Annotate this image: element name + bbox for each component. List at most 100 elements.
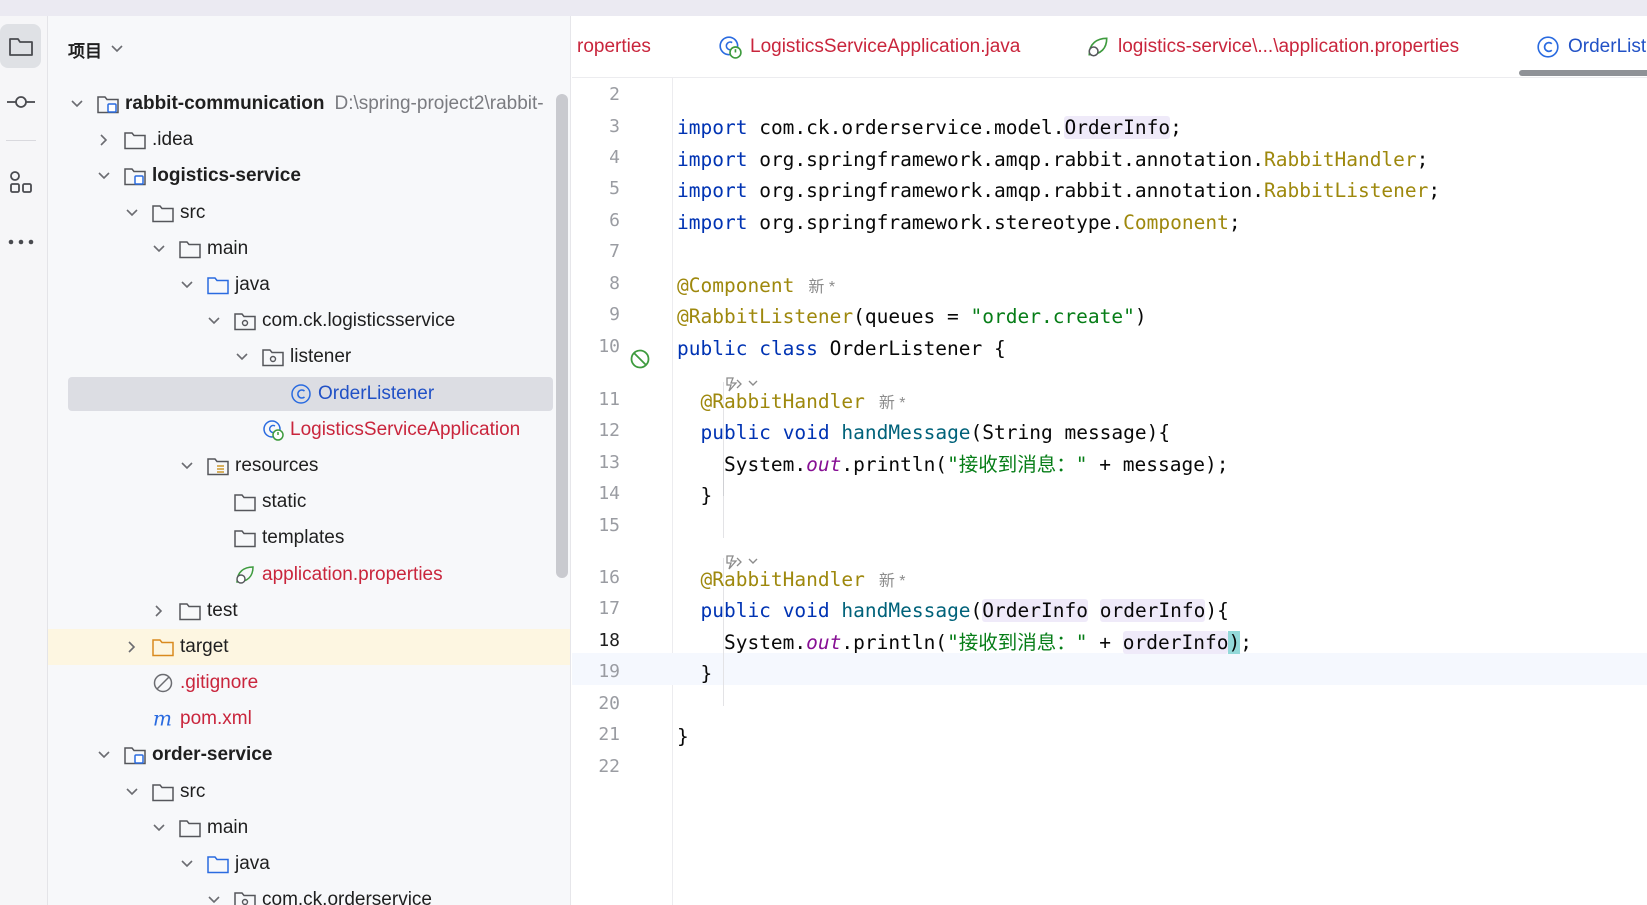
editor-tabs: roperties LogisticsServiceApplication.ja… bbox=[572, 16, 1647, 78]
code-token: ) bbox=[1134, 305, 1147, 328]
chevron-down-icon[interactable] bbox=[234, 349, 250, 365]
static-field: out bbox=[806, 453, 842, 476]
tree-item-pom-xml[interactable]: m pom.xml bbox=[48, 701, 570, 737]
tree-item-src-order[interactable]: src bbox=[48, 774, 570, 810]
maven-icon: m bbox=[152, 708, 174, 730]
tab-label: LogisticsServiceApplication.java bbox=[750, 36, 1021, 57]
chevron-down-icon[interactable] bbox=[151, 241, 167, 257]
chevron-down-icon[interactable] bbox=[206, 313, 222, 329]
code-token: ; bbox=[1416, 148, 1429, 171]
tree-item-static[interactable]: static bbox=[48, 484, 570, 520]
inlay-hint[interactable]: 新 * bbox=[808, 279, 835, 296]
code-line-4[interactable]: import org.springframework.amqp.rabbit.a… bbox=[677, 147, 1428, 173]
tab-properties-partial[interactable]: roperties bbox=[577, 16, 651, 77]
tree-item-target[interactable]: target bbox=[48, 628, 570, 665]
chevron-right-icon[interactable] bbox=[124, 639, 140, 655]
tree-item-templates[interactable]: templates bbox=[48, 520, 570, 556]
project-title: 项目 bbox=[68, 41, 102, 61]
code-line-16[interactable]: @RabbitHandler 新 * bbox=[677, 567, 906, 595]
code-line-12[interactable]: public void handMessage(String message){ bbox=[677, 420, 1170, 446]
code-line-11[interactable]: @RabbitHandler 新 * bbox=[677, 389, 906, 417]
tree-item-label: logistics-service bbox=[152, 165, 301, 187]
chevron-down-icon[interactable] bbox=[69, 96, 85, 112]
commit-tool-button[interactable] bbox=[0, 80, 41, 124]
chevron-down-icon[interactable] bbox=[151, 820, 167, 836]
chevron-down-icon[interactable] bbox=[124, 205, 140, 221]
more-tools-button[interactable] bbox=[0, 220, 41, 264]
chevron-down-icon[interactable] bbox=[124, 784, 140, 800]
tree-item-java[interactable]: java bbox=[48, 267, 570, 303]
tree-item-orderlistener[interactable]: OrderListener bbox=[48, 376, 570, 412]
code-line-8[interactable]: @Component 新 * bbox=[677, 273, 835, 301]
tree-item-label: java bbox=[235, 274, 270, 296]
activity-bar bbox=[0, 16, 48, 905]
code-line-14[interactable]: } bbox=[677, 483, 712, 509]
code-token: OrderInfo bbox=[982, 599, 1088, 622]
tree-item-package-orderservice[interactable]: com.ck.orderservice bbox=[48, 882, 570, 905]
code-line-17[interactable]: public void handMessage(OrderInfo orderI… bbox=[677, 598, 1229, 624]
chevron-down-icon[interactable] bbox=[179, 458, 195, 474]
tab-application-properties[interactable]: logistics-service\...\application.proper… bbox=[1086, 16, 1459, 77]
code-token: ; bbox=[1240, 631, 1252, 654]
tree-item-main-order[interactable]: main bbox=[48, 810, 570, 846]
code-line-3[interactable]: import com.ck.orderservice.model.OrderIn… bbox=[677, 115, 1182, 141]
tab-orderlistener[interactable]: OrderList bbox=[1536, 16, 1646, 77]
code-line-19[interactable]: } bbox=[677, 661, 712, 687]
code-line-5[interactable]: import org.springframework.amqp.rabbit.a… bbox=[677, 178, 1440, 204]
tree-item-package-logisticsservice[interactable]: com.ck.logisticsservice bbox=[48, 303, 570, 339]
tree-item-java-order[interactable]: java bbox=[48, 846, 570, 882]
tree-item-listener[interactable]: listener bbox=[48, 339, 570, 375]
chevron-down-icon[interactable] bbox=[96, 168, 112, 184]
tree-item-rabbit-communication[interactable]: rabbit-communication D:\spring-project2\… bbox=[48, 86, 570, 122]
tree-item-gitignore[interactable]: .gitignore bbox=[48, 665, 570, 701]
tree-item-logisticsserviceapplication[interactable]: LogisticsServiceApplication bbox=[48, 412, 570, 448]
chevron-down-icon[interactable] bbox=[179, 856, 195, 872]
commit-icon bbox=[6, 96, 35, 108]
chevron-down-icon[interactable] bbox=[179, 277, 195, 293]
code-line-18[interactable]: System.out.println("接收到消息：" + orderInfo)… bbox=[677, 630, 1252, 656]
code-token: Component bbox=[1123, 211, 1229, 234]
code-token: com.ck.orderservice.model. bbox=[759, 116, 1065, 139]
code-line-6[interactable]: import org.springframework.stereotype.Co… bbox=[677, 210, 1241, 236]
code-token: System. bbox=[723, 631, 807, 654]
tree-item-label: pom.xml bbox=[180, 708, 252, 730]
tree-item-logistics-service[interactable]: logistics-service bbox=[48, 158, 570, 194]
code-line-21[interactable]: } bbox=[677, 724, 689, 750]
code-token: @Component bbox=[677, 274, 795, 297]
chevron-right-icon[interactable] bbox=[151, 603, 167, 619]
code-line-9[interactable]: @RabbitListener(queues = "order.create") bbox=[677, 304, 1147, 330]
code-token: orderInfo bbox=[1122, 631, 1229, 654]
folder-icon bbox=[124, 129, 146, 151]
code-token: orderInfo bbox=[1099, 599, 1206, 622]
tree-item-label: order-service bbox=[152, 744, 273, 766]
inlay-hint[interactable]: 新 * bbox=[879, 573, 906, 590]
tree-item-resources[interactable]: resources bbox=[48, 448, 570, 484]
code-line-13[interactable]: System.out.println("接收到消息：" + message); bbox=[677, 452, 1228, 478]
project-panel-header[interactable]: 项目 bbox=[68, 34, 124, 64]
project-tool-button[interactable] bbox=[0, 24, 41, 68]
folder-icon bbox=[234, 491, 256, 513]
chevron-right-icon[interactable] bbox=[96, 132, 112, 148]
more-icon bbox=[8, 239, 33, 245]
tree-item-main[interactable]: main bbox=[48, 231, 570, 267]
project-scrollbar[interactable] bbox=[556, 94, 568, 578]
tree-item-order-service[interactable]: order-service bbox=[48, 737, 570, 773]
tree-item-src[interactable]: src bbox=[48, 195, 570, 231]
folder-icon bbox=[234, 527, 256, 549]
tree-item-application-properties[interactable]: application.properties bbox=[48, 556, 570, 592]
tab-logisticsserviceapplication[interactable]: LogisticsServiceApplication.java bbox=[718, 16, 1021, 77]
tree-item-idea[interactable]: .idea bbox=[48, 122, 570, 158]
method-name: handMessage bbox=[841, 599, 971, 622]
inlay-hint[interactable]: 新 * bbox=[879, 395, 906, 412]
structure-tool-button[interactable] bbox=[0, 160, 41, 204]
activity-divider bbox=[6, 140, 36, 141]
package-icon bbox=[234, 310, 256, 332]
chevron-down-icon[interactable] bbox=[206, 892, 222, 905]
code-line-10[interactable]: public class OrderListener { bbox=[677, 336, 1006, 362]
tree-item-test[interactable]: test bbox=[48, 593, 570, 629]
no-usages-icon[interactable] bbox=[629, 348, 651, 370]
line-number: 3 bbox=[609, 116, 620, 137]
tree-item-label: src bbox=[180, 780, 206, 802]
ignore-file-icon bbox=[152, 672, 174, 694]
chevron-down-icon[interactable] bbox=[96, 747, 112, 763]
